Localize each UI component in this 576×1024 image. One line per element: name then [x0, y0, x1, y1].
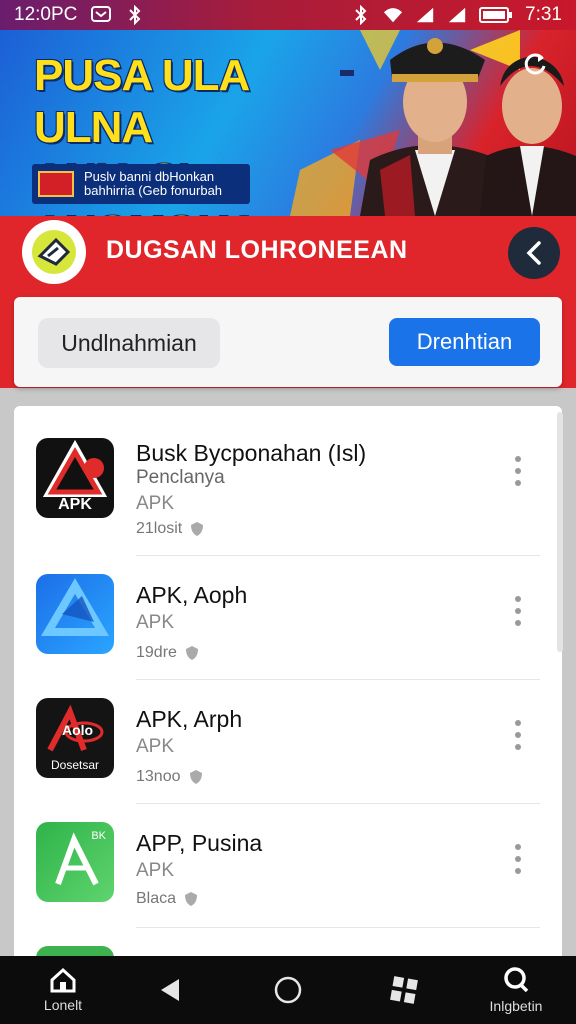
app-name: Busk Bycponahan (Isl) — [136, 440, 367, 466]
app-meta: 13noo — [136, 768, 203, 786]
app-title: DUGSAN LOHRONEEAN — [106, 236, 408, 264]
app-name: APP, Pusina — [136, 830, 263, 856]
back-triangle-icon — [161, 979, 179, 1001]
app-developer: Penclanya — [136, 467, 225, 488]
apps-grid-icon — [390, 976, 418, 1004]
app-name: APK, Aoph — [136, 582, 248, 608]
app-type: APK — [136, 736, 175, 757]
status-time: 12:0PC — [14, 4, 78, 25]
shield-icon — [185, 646, 198, 660]
status-bar: 12:0PC 7:31 — [0, 0, 576, 30]
blue-triangle-app-icon — [36, 574, 114, 654]
scrollbar[interactable] — [557, 412, 563, 652]
flag-icon — [38, 171, 74, 197]
signal-icon — [415, 5, 435, 25]
app-meta-text: Blaca — [136, 890, 177, 907]
refresh-icon[interactable] — [522, 50, 550, 78]
nav-home-button[interactable] — [266, 956, 310, 1024]
list-item[interactable]: APK, Aoph APK 19dre — [14, 556, 562, 680]
app-icon-top-label: Aolo — [62, 722, 94, 738]
divider — [136, 927, 540, 928]
bluetooth-icon — [125, 5, 145, 25]
vibrate-icon — [351, 5, 371, 25]
nav-back-button[interactable] — [148, 956, 192, 1024]
list-item[interactable]: APK Busk Bycponahan (Isl) Penclanya APK … — [14, 416, 562, 540]
secondary-action-button[interactable]: Undlnahmian — [38, 318, 220, 368]
nav-search[interactable]: Inlgbetin — [476, 956, 556, 1024]
wifi-icon — [383, 5, 403, 25]
app-icon-label: APK — [58, 496, 92, 513]
more-options-button[interactable] — [510, 456, 526, 486]
dark-logo-app-icon: Aolo Dosetsar — [36, 698, 114, 778]
shield-icon — [185, 892, 198, 906]
action-card: Undlnahmian Drenhtian — [14, 297, 562, 387]
red-triangle-app-icon: APK — [36, 438, 114, 518]
more-options-button[interactable] — [510, 596, 526, 626]
banner-info-strip: Puslv banni dbHonkan bahhirria (Geb fonu… — [32, 164, 250, 204]
app-logo[interactable] — [22, 220, 86, 284]
banner-strip-line1: Puslv banni dbHonkan — [84, 169, 215, 184]
app-meta-text: 21losit — [136, 520, 183, 537]
message-icon — [91, 5, 112, 25]
status-clock: 7:31 — [525, 4, 562, 25]
app-type: APK — [136, 493, 175, 514]
shield-icon — [191, 522, 204, 536]
back-button[interactable] — [508, 227, 560, 279]
nav-home[interactable]: Lonelt — [30, 956, 96, 1024]
app-meta: 21losit — [136, 520, 204, 538]
home-icon — [50, 967, 76, 993]
app-meta: Blaca — [136, 890, 198, 908]
nav-search-label: Inlgbetin — [489, 998, 543, 1014]
signal-icon-2 — [447, 5, 467, 25]
list-item[interactable]: BK APP, Pusina APK Blaca — [14, 804, 562, 928]
green-triangle-app-icon: BK — [36, 822, 114, 902]
app-icon-label: Dosetsar — [50, 758, 100, 772]
more-options-button[interactable] — [510, 844, 526, 874]
search-icon — [504, 967, 529, 993]
nav-home-label: Lonelt — [43, 997, 83, 1013]
bottom-navigation: Lonelt Inlgbetin — [0, 956, 576, 1024]
app-meta: 19dre — [136, 644, 199, 662]
banner-title-line1: PUSA ULA ULNA — [34, 51, 249, 152]
app-name: APK, Arph — [136, 706, 243, 732]
app-type: APK — [136, 612, 175, 633]
more-options-button[interactable] — [510, 720, 526, 750]
circle-home-icon — [274, 976, 302, 1004]
list-item[interactable]: Aolo Dosetsar APK, Arph APK 13noo — [14, 680, 562, 804]
promo-banner[interactable]: PUSA ULA ULNA ANIA CL ANOMOKA Puslv bann… — [0, 30, 576, 216]
app-meta-text: 13noo — [136, 768, 181, 785]
chevron-left-icon — [526, 241, 541, 265]
nav-apps-button[interactable] — [382, 956, 426, 1024]
shield-icon — [189, 770, 202, 784]
app-type: APK — [136, 860, 175, 881]
primary-action-button[interactable]: Drenhtian — [389, 318, 540, 366]
app-meta-text: 19dre — [136, 644, 177, 661]
app-logo-icon — [32, 230, 76, 274]
app-icon-label: BK — [91, 830, 106, 842]
battery-icon — [479, 5, 513, 25]
app-list: APK Busk Bycponahan (Isl) Penclanya APK … — [14, 406, 562, 966]
banner-strip-line2: bahhirria (Geb fonurbah — [84, 183, 223, 198]
